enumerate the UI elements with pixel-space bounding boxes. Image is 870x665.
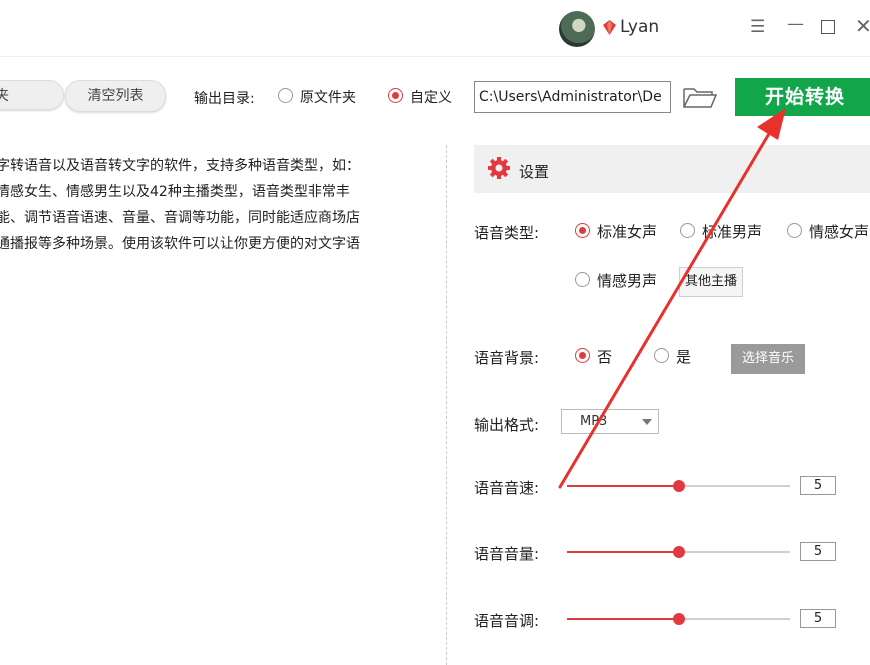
radio-original-folder[interactable] (278, 88, 293, 103)
pitch-slider-thumb[interactable] (673, 613, 685, 625)
speed-slider-thumb[interactable] (673, 480, 685, 492)
settings-title: 设置 (519, 163, 550, 181)
radio-original-folder-label[interactable]: 原文件夹 (300, 87, 356, 107)
radio-emotional-male-label[interactable]: 情感男声 (597, 270, 657, 291)
choose-music-button[interactable]: 选择音乐 (731, 344, 805, 374)
radio-custom-folder-label[interactable]: 自定义 (410, 87, 452, 107)
gem-icon (603, 20, 616, 35)
volume-slider-track[interactable] (679, 551, 790, 553)
text-editor[interactable]: 字转语音以及语音转文字的软件，支持多种语音类型，如： 情感女生、情感男生以及42… (0, 145, 447, 665)
speed-slider-fill (567, 485, 679, 487)
volume-slider-thumb[interactable] (673, 546, 685, 558)
title-bar (0, 0, 870, 56)
menu-icon[interactable]: ☰ (750, 17, 765, 37)
pitch-slider-track[interactable] (679, 618, 790, 620)
pitch-value-input[interactable]: 5 (800, 609, 836, 628)
format-label: 输出格式: (474, 416, 540, 434)
speed-label: 语音音速: (474, 479, 540, 497)
text-line: 通播报等多种场景。使用该软件可以让你更方便的对文字语 (0, 236, 360, 252)
titlebar-divider (0, 56, 870, 57)
other-anchor-button[interactable]: 其他主播 (679, 267, 744, 297)
speed-value-input[interactable]: 5 (800, 476, 836, 495)
folder-open-icon[interactable] (682, 86, 718, 110)
radio-emotional-male[interactable] (575, 272, 590, 287)
username[interactable]: Lyan (620, 17, 659, 37)
radio-standard-male-label[interactable]: 标准男声 (702, 221, 762, 242)
radio-standard-female[interactable] (575, 223, 590, 238)
radio-emotional-female-label[interactable]: 情感女声 (809, 221, 869, 242)
volume-label: 语音音量: (474, 545, 540, 563)
pitch-slider-fill (567, 618, 679, 620)
volume-slider-fill (567, 551, 679, 553)
radio-standard-female-label[interactable]: 标准女声 (597, 221, 657, 242)
radio-emotional-female[interactable] (787, 223, 802, 238)
radio-custom-folder[interactable] (388, 88, 403, 103)
avatar[interactable] (559, 11, 595, 47)
start-convert-button[interactable]: 开始转换 (735, 78, 870, 116)
radio-background-yes[interactable] (654, 348, 669, 363)
minimize-icon[interactable]: — (787, 14, 804, 34)
output-path-input[interactable] (474, 81, 671, 113)
radio-background-yes-label[interactable]: 是 (676, 346, 691, 367)
text-line: 字转语音以及语音转文字的软件，支持多种语音类型，如： (0, 158, 360, 174)
speed-slider-track[interactable] (679, 485, 790, 487)
radio-standard-male[interactable] (680, 223, 695, 238)
radio-background-no-label[interactable]: 否 (597, 346, 612, 367)
gear-icon (488, 157, 510, 179)
volume-value-input[interactable]: 5 (800, 542, 836, 561)
maximize-icon[interactable] (821, 20, 835, 34)
background-label: 语音背景: (474, 349, 540, 367)
add-folder-button[interactable]: 件夹 (0, 80, 64, 110)
text-line: 能、调节语音语速、音量、音调等功能，同时能适应商场店 (0, 210, 360, 226)
text-line: 情感女生、情感男生以及42种主播类型，语音类型非常丰 (0, 184, 350, 200)
pitch-label: 语音音调: (474, 612, 540, 630)
output-dir-label: 输出目录: (194, 91, 255, 107)
voice-type-label: 语音类型: (474, 224, 540, 242)
radio-background-no[interactable] (575, 348, 590, 363)
chevron-down-icon[interactable] (642, 419, 652, 425)
clear-list-button[interactable]: 清空列表 (65, 80, 166, 112)
close-icon[interactable]: ✕ (855, 14, 870, 38)
